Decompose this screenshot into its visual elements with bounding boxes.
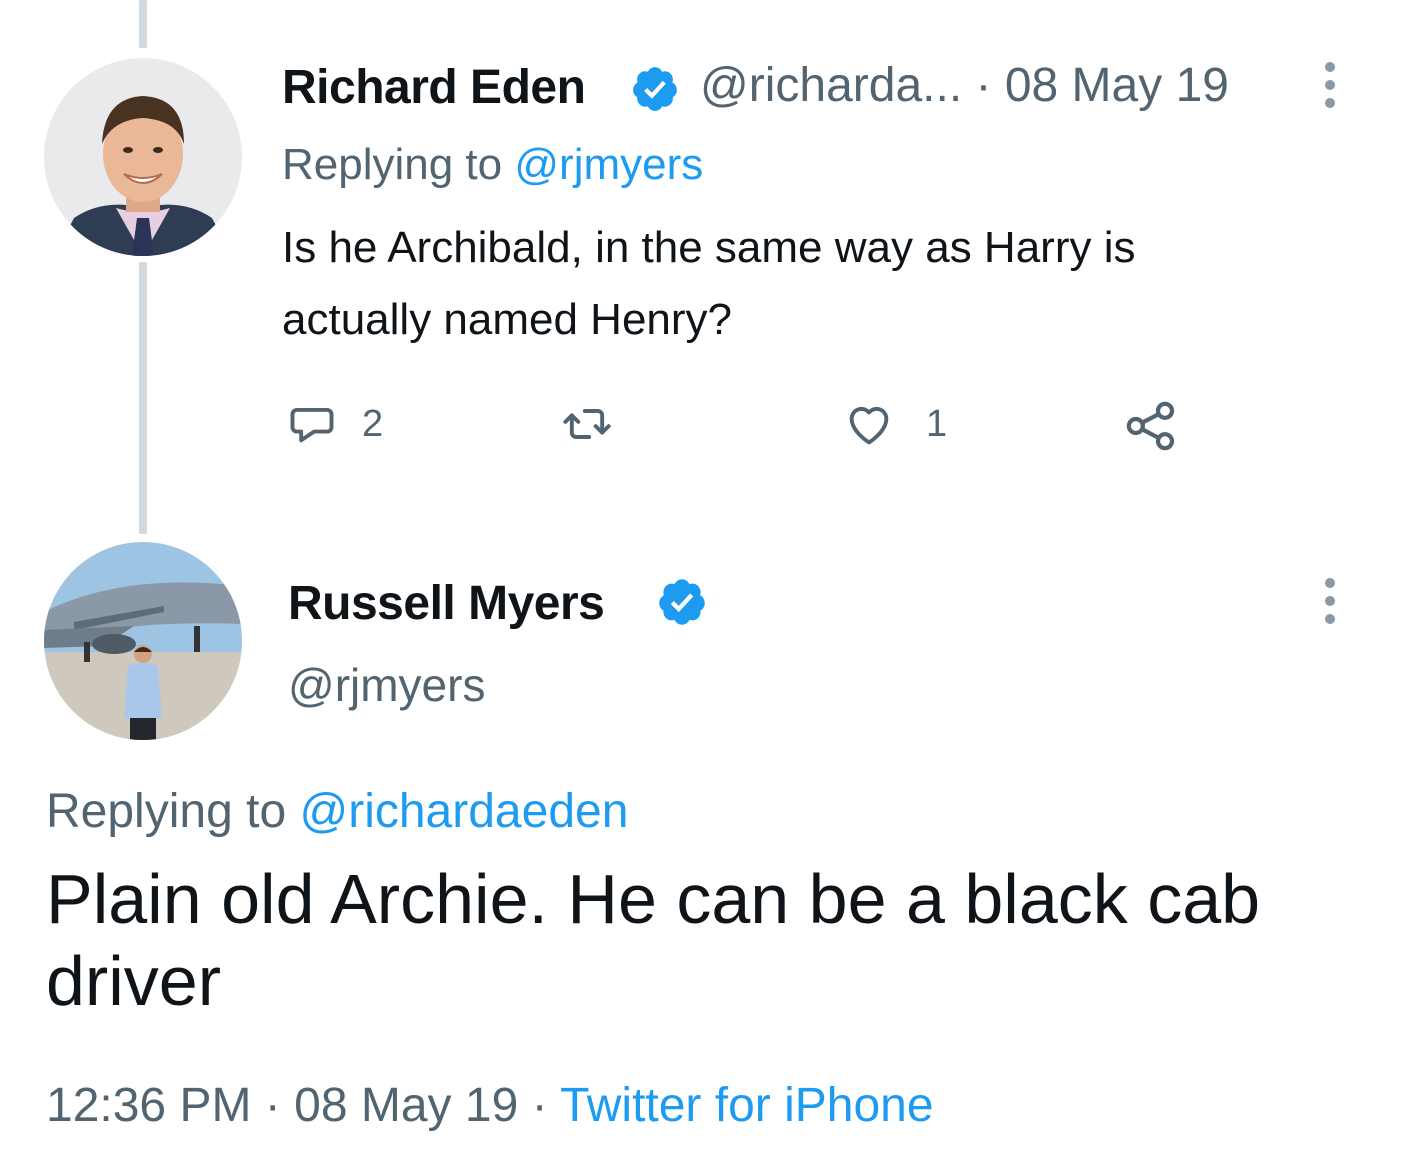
reply-count: 2 [362,402,384,445]
reply-button[interactable]: 2 [286,398,383,450]
main-separator-1: · [264,1079,281,1132]
reply-icon [286,398,338,450]
main-handle[interactable]: @rjmyers [288,658,485,712]
share-button[interactable] [1122,398,1180,454]
main-separator-2: · [531,1079,548,1132]
main-tweet-text: Plain old Archie. He can be a black cab … [46,860,1261,1020]
reply-handle-date: @richarda... · 08 May 19 [700,58,1229,113]
replying-handle-link[interactable]: @rjmyers [514,140,703,189]
share-icon [1122,398,1180,454]
like-button[interactable]: 1 [842,398,947,450]
thread-line-top [139,0,147,48]
main-time[interactable]: 12:36 PM [46,1079,251,1132]
reply-date[interactable]: 08 May 19 [1005,59,1229,112]
verified-icon [630,64,680,119]
reply-handle[interactable]: @richarda... [700,59,962,112]
reply-text-line1: Is he Archibald, in the same way as Harr… [282,223,1136,272]
heart-icon [842,398,896,450]
reply-replying-to: Replying to @rjmyers [282,140,703,190]
main-meta: 12:36 PM · 08 May 19 · Twitter for iPhon… [46,1078,934,1133]
main-display-name[interactable]: Russell Myers [288,576,605,631]
avatar-russell-myers[interactable] [44,542,242,740]
main-verified-icon [656,576,708,633]
retweet-button[interactable] [558,398,616,450]
main-source-link[interactable]: Twitter for iPhone [560,1079,934,1132]
replying-prefix: Replying to [282,140,503,189]
retweet-icon [558,398,616,450]
main-replying-handle-link[interactable]: @richardaeden [299,785,628,838]
thread-line-bottom [139,262,147,534]
avatar-richard-eden[interactable] [44,58,242,256]
reply-more-icon[interactable] [1325,62,1335,108]
main-more-icon[interactable] [1325,578,1335,624]
reply-display-name[interactable]: Richard Eden [282,60,586,115]
main-replying-prefix: Replying to [46,785,287,838]
reply-text-line2: actually named Henry? [282,295,733,344]
like-count: 1 [926,402,948,445]
main-replying-to: Replying to @richardaeden [46,784,628,839]
reply-separator: · [975,59,992,112]
main-date[interactable]: 08 May 19 [294,1079,518,1132]
